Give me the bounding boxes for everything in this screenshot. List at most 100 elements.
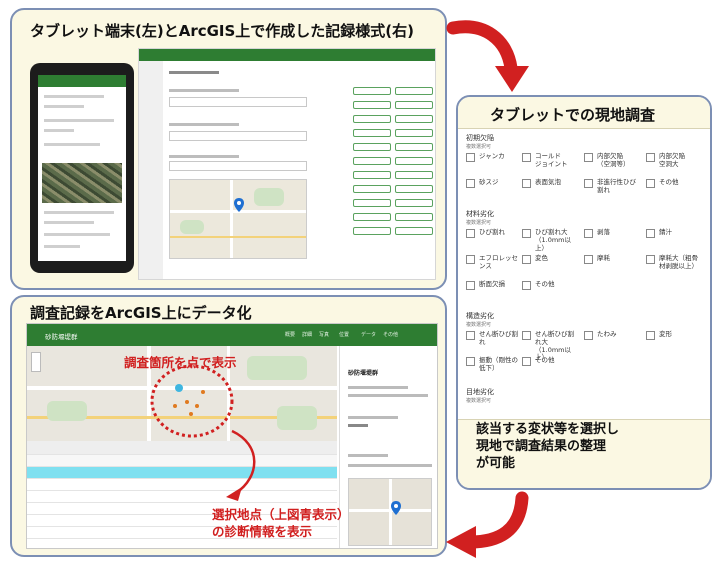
checkbox[interactable]	[522, 281, 531, 290]
survey-option[interactable]: 内部欠陥 空洞大	[646, 152, 704, 169]
survey-option-label: その他	[659, 178, 679, 186]
checkbox[interactable]	[522, 255, 531, 264]
survey-option-label: コールド ジョイント	[535, 152, 568, 168]
survey-option[interactable]: 摩耗	[584, 254, 642, 264]
survey-option-label: 表面気泡	[535, 178, 561, 186]
panel-title-bottom-left: 調査記録をArcGIS上にデータ化	[30, 304, 252, 322]
survey-section-sub: 複数選択可	[466, 144, 492, 150]
callout-selected: 選択地点（上図青表示） の診断情報を表示	[212, 507, 350, 539]
survey-option[interactable]: たわみ	[584, 330, 642, 340]
flow-arrow-bottom	[446, 491, 529, 558]
survey-option-label: 錆汁	[659, 228, 672, 236]
checkbox[interactable]	[522, 331, 531, 340]
survey-option[interactable]: 内部欠陥 （空洞等）	[584, 152, 642, 169]
survey-section-label: 初期欠陥	[466, 134, 494, 142]
survey-section-label: 材料劣化	[466, 210, 494, 218]
survey-option[interactable]: 表面気泡	[522, 178, 580, 188]
app-tab[interactable]: 詳細	[302, 331, 312, 338]
app-tab[interactable]: 位置	[339, 331, 349, 338]
survey-section-sub: 複数選択可	[466, 398, 492, 404]
form-map-preview	[169, 179, 307, 259]
checkbox[interactable]	[522, 357, 531, 366]
checkbox[interactable]	[646, 179, 655, 188]
survey-option[interactable]: 砂スジ	[466, 178, 524, 188]
side-title: 砂防堰堤群	[348, 370, 379, 377]
survey-option-label: 内部欠陥 空洞大	[659, 152, 685, 168]
survey-option[interactable]: その他	[522, 280, 580, 290]
checkbox[interactable]	[646, 331, 655, 340]
survey-option[interactable]: 摩耗大（粗骨材剥脱以上）	[646, 254, 704, 271]
survey-option-label: その他	[535, 280, 555, 288]
checkbox[interactable]	[584, 179, 593, 188]
survey-option[interactable]: ひび割れ	[466, 228, 524, 238]
survey-option-label: せん断ひび割れ	[479, 330, 518, 346]
survey-option[interactable]: ジャンカ	[466, 152, 524, 162]
callout-arrow	[226, 429, 256, 501]
checkbox[interactable]	[466, 331, 475, 340]
checkbox[interactable]	[522, 179, 531, 188]
survey-option[interactable]: ひび割れ大 （1.0mm以上）	[522, 228, 580, 252]
checkbox[interactable]	[646, 229, 655, 238]
survey-option[interactable]: その他	[646, 178, 704, 188]
panel-title-top-left: タブレット端末(左)とArcGIS上で作成した記録様式(右)	[30, 22, 415, 40]
right-footer-text: 該当する変状等を選択し 現地で調査結果の整理 が可能	[476, 422, 620, 471]
survey-option-label: エフロレッセンス	[479, 254, 518, 270]
checkbox[interactable]	[646, 153, 655, 162]
tablet-satellite-image	[42, 163, 122, 203]
survey-section-sub: 複数選択可	[466, 322, 492, 328]
checkbox[interactable]	[584, 153, 593, 162]
panel-title-right: タブレットでの現地調査	[490, 106, 656, 124]
survey-option[interactable]: 振動（剛性の低下）	[466, 356, 524, 373]
survey-option[interactable]: エフロレッセンス	[466, 254, 524, 271]
survey-option-label: 内部欠陥 （空洞等）	[597, 152, 630, 168]
callout-points: 調査箇所を点で表示	[124, 355, 237, 370]
side-map	[348, 478, 432, 546]
survey-section-sub: 複数選択可	[466, 220, 492, 226]
survey-option[interactable]: せん断ひび割れ	[466, 330, 524, 347]
checkbox[interactable]	[466, 179, 475, 188]
arcgis-data-panel: 調査記録をArcGIS上にデータ化 砂防堰堤群 概要 詳細 写真 位置 データ その他	[10, 295, 447, 557]
app-tab[interactable]: データ	[361, 331, 376, 338]
checkbox[interactable]	[646, 255, 655, 264]
checkbox[interactable]	[584, 255, 593, 264]
tablet-photo	[30, 63, 134, 273]
app-tab[interactable]: 概要	[285, 331, 295, 338]
checkbox[interactable]	[466, 357, 475, 366]
checkbox[interactable]	[466, 153, 475, 162]
checkbox[interactable]	[466, 229, 475, 238]
survey-option-label: 摩耗大（粗骨材剥脱以上）	[659, 254, 698, 270]
checkbox[interactable]	[466, 281, 475, 290]
checkbox[interactable]	[522, 229, 531, 238]
survey-option-label: ひび割れ	[479, 228, 505, 236]
survey-option[interactable]: その他	[522, 356, 580, 366]
arcgis-form-screenshot	[138, 48, 436, 280]
survey-option-label: ジャンカ	[479, 152, 505, 160]
side-map-pin-icon	[391, 501, 401, 515]
tablet-and-form-panel: タブレット端末(左)とArcGIS上で作成した記録様式(右)	[10, 8, 447, 290]
detail-sidepanel: 砂防堰堤群	[339, 346, 437, 548]
checkbox[interactable]	[522, 153, 531, 162]
app-name: 砂防堰堤群	[45, 333, 78, 341]
survey-option-label: 砂スジ	[479, 178, 499, 186]
field-survey-panel: タブレットでの現地調査 初期欠陥 複数選択可 ジャンカ コールド ジョイント 内部欠陥 （空…	[456, 95, 712, 490]
checkbox[interactable]	[466, 255, 475, 264]
survey-option-label: ひび割れ大 （1.0mm以上）	[535, 228, 572, 252]
survey-section-label: 構造劣化	[466, 312, 494, 320]
survey-option-label: 断面欠損	[479, 280, 505, 288]
map-pin-icon	[234, 198, 244, 212]
survey-option[interactable]: 変色	[522, 254, 580, 264]
survey-option[interactable]: 変形	[646, 330, 704, 340]
flow-arrow-top	[446, 20, 529, 92]
checkbox[interactable]	[584, 229, 593, 238]
survey-option-label: 剥落	[597, 228, 610, 236]
survey-option[interactable]: 断面欠損	[466, 280, 524, 290]
survey-option[interactable]: コールド ジョイント	[522, 152, 580, 169]
survey-option-label: 変形	[659, 330, 672, 338]
checkbox[interactable]	[584, 331, 593, 340]
survey-option-label: 振動（剛性の低下）	[479, 356, 518, 372]
app-tab[interactable]: その他	[383, 331, 398, 338]
survey-option[interactable]: 剥落	[584, 228, 642, 238]
app-tab[interactable]: 写真	[319, 331, 329, 338]
survey-option[interactable]: 錆汁	[646, 228, 704, 238]
survey-option[interactable]: 非進行性ひび割れ	[584, 178, 642, 195]
